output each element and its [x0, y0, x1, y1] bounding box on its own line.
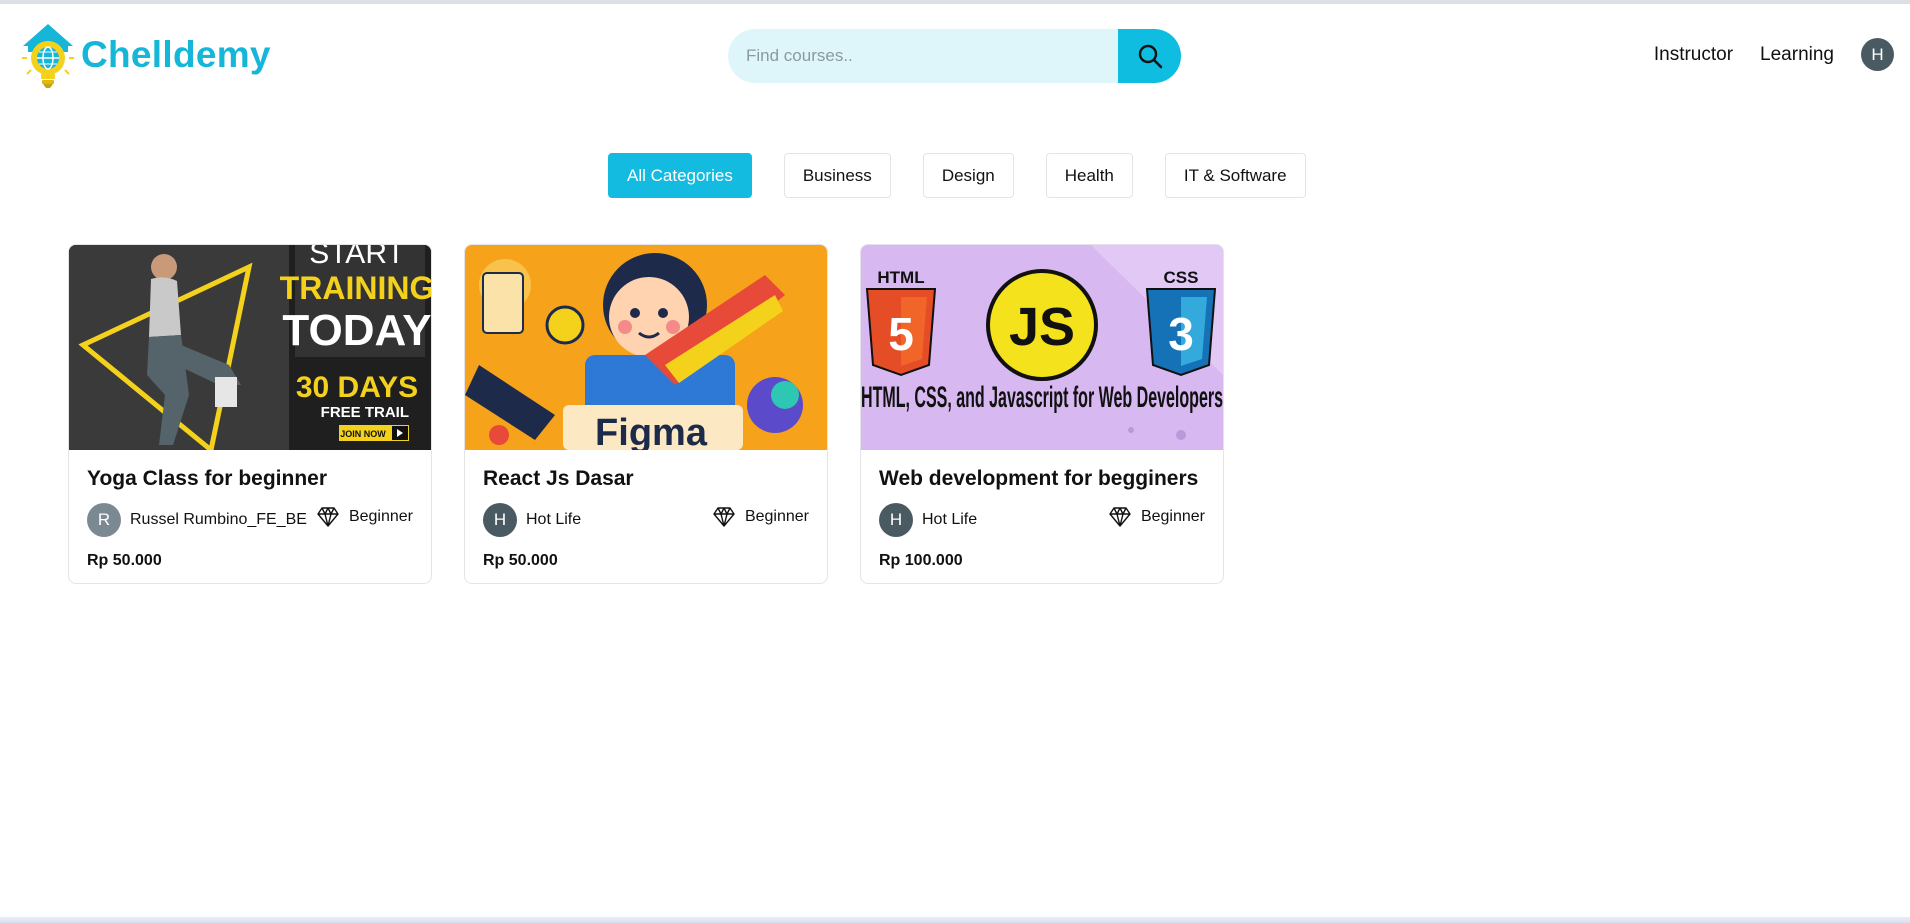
course-list: START TRAINING TODAY 30 DAYS FREE TRAIL …: [68, 244, 1256, 584]
course-price: Rp 100.000: [879, 552, 963, 569]
course-price: Rp 50.000: [87, 552, 162, 569]
svg-text:5: 5: [888, 308, 914, 360]
svg-text:3: 3: [1168, 308, 1194, 360]
top-nav: Instructor Learning H: [1654, 38, 1894, 71]
bottom-border: [0, 917, 1910, 923]
brand-name: Chelldemy: [81, 34, 271, 75]
thumb-text-today: TODAY: [282, 306, 431, 355]
author-name: Hot Life: [922, 511, 978, 528]
search-button[interactable]: [1118, 29, 1181, 83]
course-card-body: React Js Dasar H Hot Life Beginner Rp 50…: [465, 450, 827, 570]
course-card-body: Web development for begginers H Hot Life…: [861, 450, 1223, 570]
category-all[interactable]: All Categories: [608, 153, 752, 198]
thumb-text-html: HTML: [877, 268, 924, 287]
thumb-text-start: START: [309, 245, 405, 270]
thumb-text-caption: HTML, CSS, and Javascript for Web Develo…: [861, 381, 1223, 414]
page: Chelldemy Instructor Learning H All Cate…: [0, 0, 1910, 923]
author-avatar: H: [483, 503, 517, 537]
course-card[interactable]: Figma React Js Dasar H Hot Life Beginner…: [464, 244, 828, 584]
author-name: Hot Life: [526, 511, 582, 528]
course-card[interactable]: HTML 5 JS CSS 3 HTML, CSS, and Javascrip…: [860, 244, 1224, 584]
category-design[interactable]: Design: [922, 153, 1014, 198]
course-level: Beginner: [1109, 507, 1205, 527]
user-avatar[interactable]: H: [1861, 38, 1894, 71]
course-thumbnail-webdev: HTML 5 JS CSS 3 HTML, CSS, and Javascrip…: [861, 245, 1223, 450]
course-level-label: Beginner: [744, 508, 809, 525]
course-level: Beginner: [317, 507, 413, 527]
course-title: Web development for begginers: [879, 467, 1199, 490]
category-business[interactable]: Business: [783, 153, 891, 198]
author-name: Russel Rumbino_FE_BE: [130, 511, 307, 528]
thumb-text-js: JS: [1009, 297, 1075, 357]
category-it-software[interactable]: IT & Software: [1164, 153, 1306, 198]
search-icon: [1138, 44, 1162, 69]
course-card[interactable]: START TRAINING TODAY 30 DAYS FREE TRAIL …: [68, 244, 432, 584]
diamond-icon: [1109, 507, 1131, 527]
search-bar: [728, 29, 1181, 83]
course-thumbnail-figma: Figma: [465, 245, 827, 450]
thumb-text-training: TRAINING: [280, 270, 431, 306]
thumb-text-joinnow: JOIN NOW: [340, 429, 386, 439]
thumb-text-freetrail: FREE TRAIL: [321, 404, 409, 421]
thumb-text-figma: Figma: [595, 412, 708, 450]
nav-learning-link[interactable]: Learning: [1760, 44, 1834, 66]
course-thumbnail-yoga: START TRAINING TODAY 30 DAYS FREE TRAIL …: [69, 245, 431, 450]
author-avatar: H: [879, 503, 913, 537]
logo-icon: [22, 24, 74, 88]
top-border: [0, 0, 1910, 4]
course-level: Beginner: [713, 507, 809, 527]
course-title: React Js Dasar: [483, 467, 634, 490]
course-price: Rp 50.000: [483, 552, 558, 569]
category-filter: All Categories Business Design Health IT…: [608, 153, 1338, 198]
brand-logo[interactable]: Chelldemy: [19, 22, 271, 88]
author-avatar: R: [87, 503, 121, 537]
course-title: Yoga Class for beginner: [87, 467, 327, 490]
course-card-body: Yoga Class for beginner R Russel Rumbino…: [69, 450, 431, 570]
course-level-label: Beginner: [348, 508, 413, 525]
search-input[interactable]: [728, 29, 1118, 83]
nav-instructor-link[interactable]: Instructor: [1654, 44, 1733, 66]
thumb-text-30days: 30 DAYS: [296, 371, 418, 404]
thumb-text-css: CSS: [1164, 268, 1199, 287]
course-level-label: Beginner: [1140, 508, 1205, 525]
diamond-icon: [317, 507, 339, 527]
diamond-icon: [713, 507, 735, 527]
category-health[interactable]: Health: [1045, 153, 1133, 198]
